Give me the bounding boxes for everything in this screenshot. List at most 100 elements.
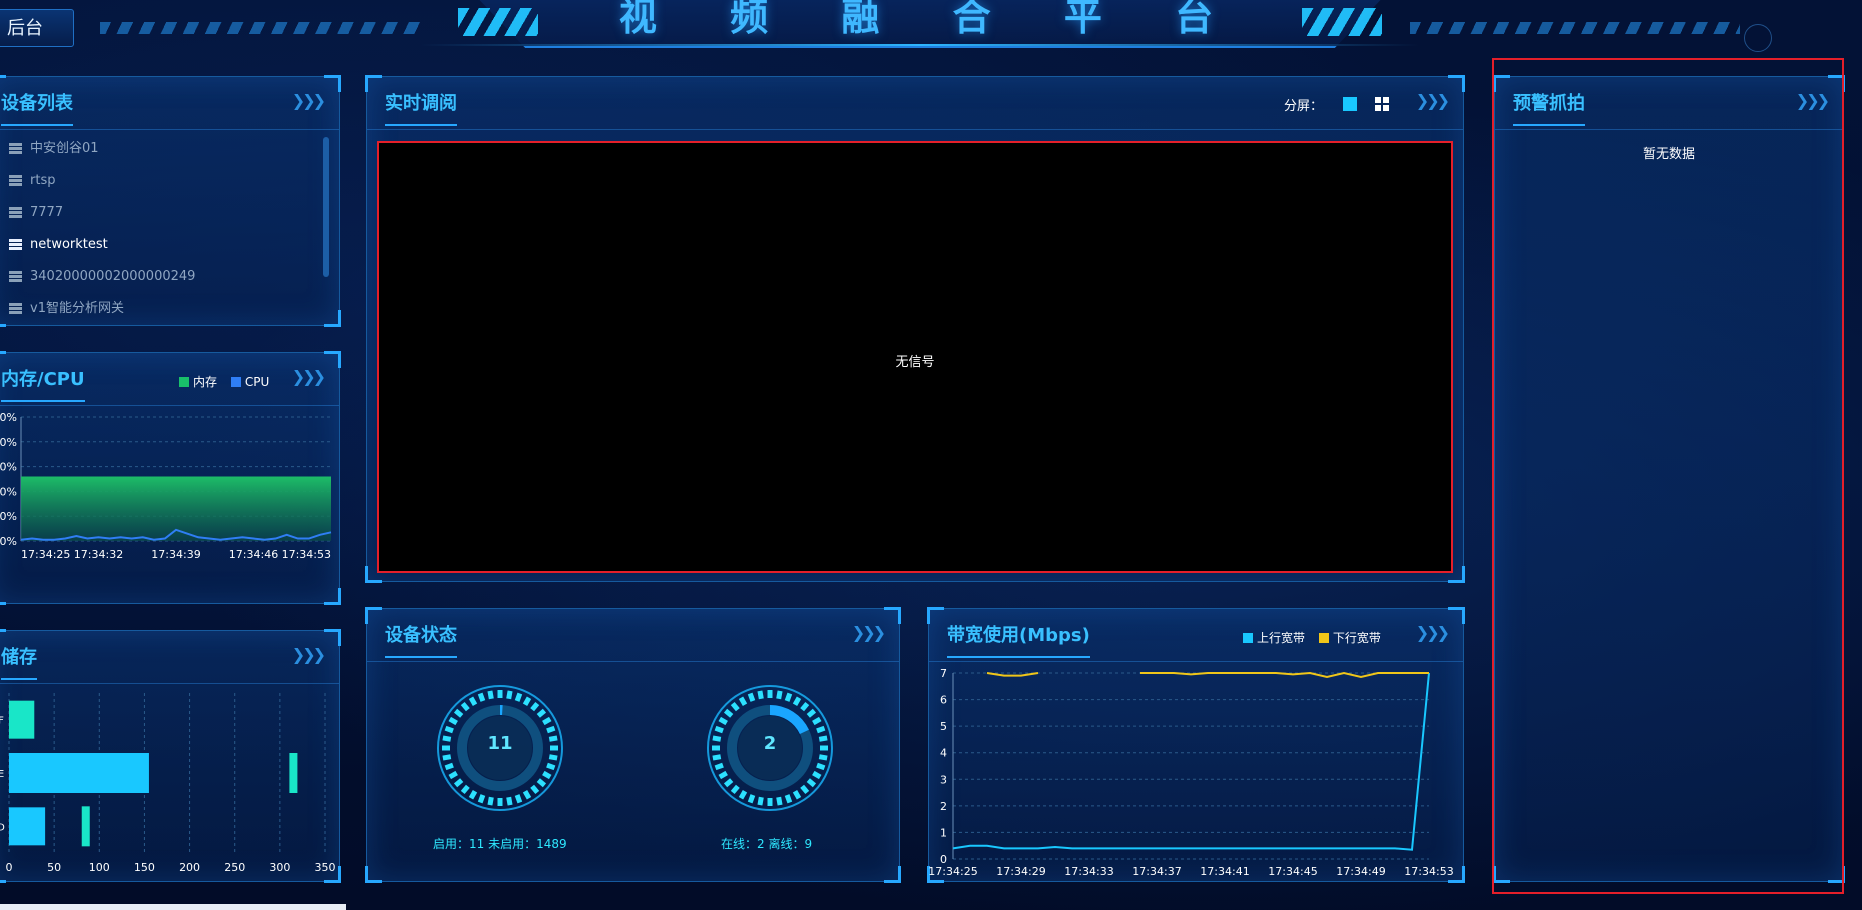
warning-panel: 预警抓拍 ❯❯❯ 暂无数据 <box>1493 75 1845 883</box>
enabled-caption: 启用：11 未启用：1489 <box>433 837 567 851</box>
server-icon <box>9 207 22 218</box>
y-tick-label: D <box>0 822 5 833</box>
y-tick-label: 6 <box>940 694 947 707</box>
gauge-tick <box>530 784 540 795</box>
x-tick-label: 17:34:29 <box>996 865 1045 878</box>
x-tick-label: 17:34:53 <box>1404 865 1453 878</box>
gauge-tick <box>442 754 452 761</box>
device-list-item[interactable]: rtsp <box>0 165 321 197</box>
gauge-tick <box>453 778 464 788</box>
y-tick-label: 3 <box>940 773 947 786</box>
gauge-tick <box>816 725 826 734</box>
downlink-line-series <box>986 671 1429 679</box>
server-icon <box>9 143 22 154</box>
bottom-scrollbar[interactable] <box>0 904 346 910</box>
storage-chart: 0 50 100 150 200 250 300 350 F E D <box>0 693 336 874</box>
legend-swatch-uplink <box>1243 633 1253 643</box>
online-count: 2 <box>763 733 777 754</box>
storage-marker <box>289 753 298 793</box>
expand-arrows-icon[interactable]: ❯❯❯ <box>1416 623 1450 642</box>
x-tick-label: 17:34:49 <box>1336 865 1385 878</box>
device-label: v1智能分析网关 <box>30 301 124 316</box>
y-tick-label: 0% <box>0 485 17 498</box>
panel-title: 预警抓拍 <box>1513 89 1585 126</box>
y-tick-label: 0% <box>0 535 17 548</box>
gauge-tick <box>468 790 478 800</box>
server-icon <box>9 303 22 314</box>
gauge-tick <box>536 708 547 718</box>
y-tick-label: 4 <box>940 747 947 760</box>
x-tick-label: 250 <box>224 861 245 874</box>
server-icon <box>9 271 22 282</box>
gauge-tick <box>806 708 817 718</box>
panel-header: 设备状态 ❯❯❯ <box>367 609 899 662</box>
expand-arrows-icon[interactable]: ❯❯❯ <box>292 645 326 664</box>
gauge-tick <box>757 690 764 700</box>
x-tick-label: 300 <box>269 861 290 874</box>
panel-header: 带宽使用(Mbps) 上行宽带 下行宽带 ❯❯❯ <box>929 609 1463 662</box>
expand-arrows-icon[interactable]: ❯❯❯ <box>292 367 326 386</box>
panel-header: 实时调阅 分屏： ❯❯❯ <box>367 77 1463 130</box>
server-icon <box>9 239 22 250</box>
y-tick-label: 0% <box>0 461 17 474</box>
device-list-item[interactable]: v1智能分析网关 <box>0 293 321 325</box>
video-player[interactable]: 无信号 <box>377 141 1453 573</box>
gauge-tick <box>738 696 748 706</box>
gauge-tick <box>747 692 756 702</box>
enabled-gauge: 11 <box>435 683 565 813</box>
split-single-icon[interactable] <box>1343 97 1357 111</box>
expand-arrows-icon[interactable]: ❯❯❯ <box>1416 91 1450 110</box>
scrollbar-thumb[interactable] <box>323 137 329 277</box>
device-list-item[interactable]: 34020000002000000249 <box>0 261 321 293</box>
device-list-item[interactable]: 7777 <box>0 197 321 229</box>
gauge-tick <box>776 796 783 806</box>
x-tick-label: 17:34:39 <box>151 548 200 561</box>
device-label: 中安创谷01 <box>30 141 99 156</box>
device-list-item[interactable]: 中安创谷01 <box>0 133 321 165</box>
chart-legend: 上行宽带 下行宽带 <box>1243 629 1381 646</box>
memory-cpu-panel: 内存/CPU 内存 CPU ❯❯❯ 0% 0% 0% 0% 0% 0% 17:34:25 17… <box>0 351 341 605</box>
legend-uplink: 上行宽带 <box>1257 631 1306 645</box>
y-tick-label: 5 <box>940 720 947 733</box>
y-tick-label: E <box>0 769 4 780</box>
storage-marker <box>81 806 90 847</box>
live-view-panel: 实时调阅 分屏： ❯❯❯ 无信号 <box>365 75 1465 583</box>
panel-header: 预警抓拍 ❯❯❯ <box>1495 77 1843 130</box>
gauge-tick <box>730 701 740 712</box>
no-signal-text: 无信号 <box>895 355 935 370</box>
split-screen-label: 分屏： <box>1283 99 1323 114</box>
expand-arrows-icon[interactable]: ❯❯❯ <box>292 91 326 110</box>
y-tick-label: 0% <box>0 411 17 424</box>
x-tick-label: 50 <box>47 861 61 874</box>
gauge-tick <box>468 696 478 706</box>
gauge-tick <box>718 770 728 780</box>
gauge-tick <box>460 701 470 712</box>
gauge-tick <box>514 794 523 804</box>
x-tick-label: 17:34:33 <box>1064 865 1113 878</box>
chart-legend: 内存 CPU <box>179 373 269 390</box>
x-tick-label: 17:34:25 <box>929 865 978 878</box>
x-tick-label: 200 <box>179 861 200 874</box>
gauge-tick <box>714 762 724 771</box>
gauge-tick <box>714 725 724 734</box>
device-list-item[interactable]: networktest <box>0 229 321 261</box>
back-button[interactable]: 后台 <box>0 9 74 47</box>
split-quad-icon[interactable] <box>1375 97 1389 111</box>
panel-title: 设备状态 <box>385 621 457 658</box>
enabled-count: 11 <box>487 733 513 754</box>
x-tick-label: 17:34:45 <box>1268 865 1317 878</box>
gauge-tick <box>792 696 802 706</box>
gauge-tick <box>806 778 817 788</box>
gauge-tick <box>487 796 494 806</box>
gauge-tick <box>792 790 802 800</box>
page-title: 视 频 融 合 平 台 <box>618 0 1244 39</box>
gauge-tick <box>723 778 734 788</box>
device-label: rtsp <box>30 173 56 188</box>
expand-arrows-icon[interactable]: ❯❯❯ <box>1796 91 1830 110</box>
gauge-tick <box>546 762 556 771</box>
gauge-tick <box>542 716 552 726</box>
expand-arrows-icon[interactable]: ❯❯❯ <box>852 623 886 642</box>
gauge-tick <box>477 794 486 804</box>
legend-swatch-cpu <box>230 377 241 387</box>
gauge-tick <box>548 754 558 761</box>
